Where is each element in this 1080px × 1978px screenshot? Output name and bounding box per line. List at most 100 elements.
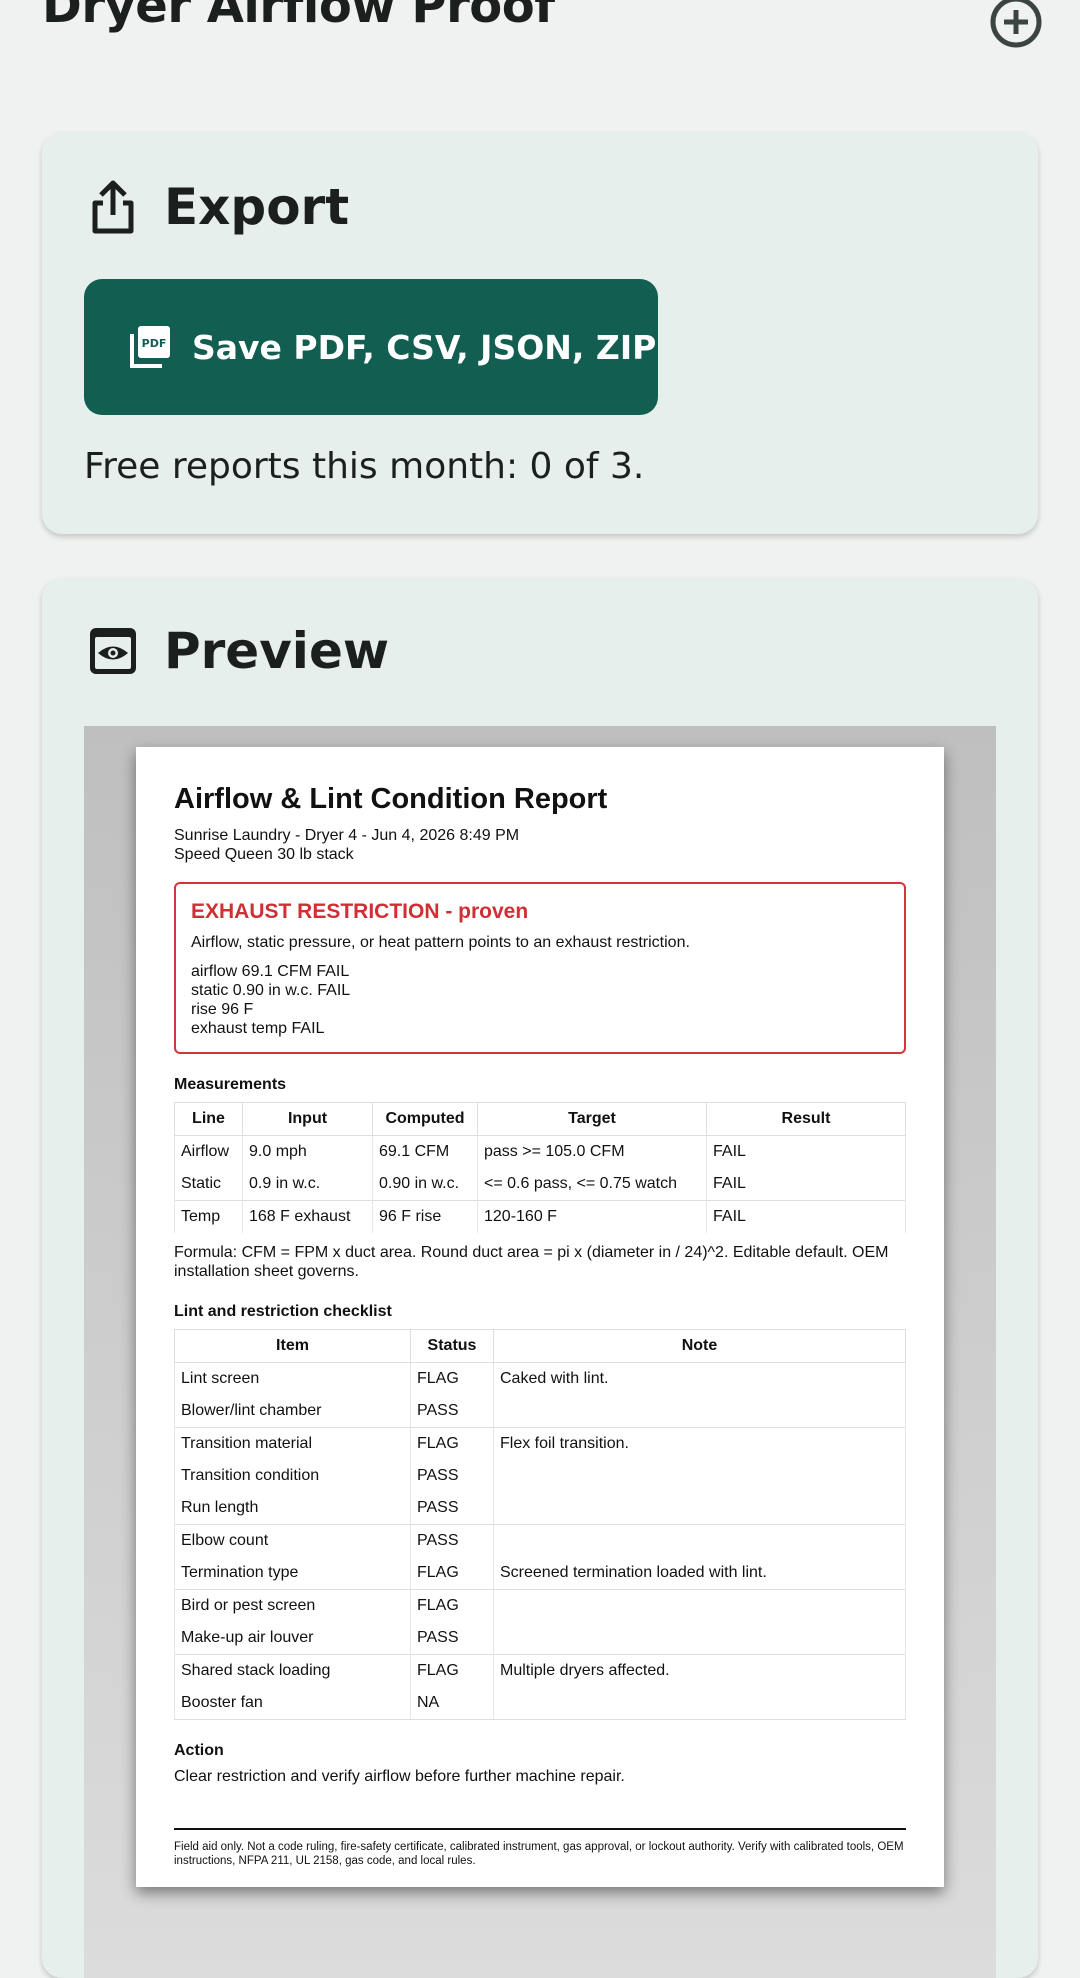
measurements-table: Line Input Computed Target Result Airflo…	[174, 1102, 906, 1233]
column-header: Target	[477, 1102, 707, 1136]
table-cell	[493, 1460, 906, 1492]
table-row: Elbow count PASS	[174, 1524, 906, 1557]
report-subtitle-line: Sunrise Laundry - Dryer 4 - Jun 4, 2026 …	[174, 827, 520, 844]
table-cell: Screened termination loaded with lint.	[493, 1557, 906, 1590]
table-cell: 69.1 CFM	[372, 1135, 478, 1168]
table-row: Temp 168 F exhaust 96 F rise 120-160 F F…	[174, 1200, 906, 1233]
table-cell: Booster fan	[174, 1687, 411, 1720]
table-cell: Bird or pest screen	[174, 1589, 411, 1622]
table-cell: FLAG	[410, 1362, 494, 1395]
export-card-header: Export	[88, 178, 349, 236]
preview-card-title: Preview	[164, 622, 390, 680]
preview-eye-icon	[90, 628, 136, 674]
table-cell: 120-160 F	[477, 1200, 707, 1233]
save-button-label: Save PDF, CSV, JSON, ZIP	[192, 327, 657, 367]
action-text: Clear restriction and verify airflow bef…	[174, 1768, 625, 1785]
table-row: Static 0.9 in w.c. 0.90 in w.c. <= 0.6 p…	[174, 1168, 906, 1201]
table-row: Shared stack loading FLAG Multiple dryer…	[174, 1654, 906, 1687]
table-row: Transition condition PASS	[174, 1460, 906, 1492]
table-cell: <= 0.6 pass, <= 0.75 watch	[477, 1168, 707, 1201]
table-row: Run length PASS	[174, 1492, 906, 1525]
table-cell: FLAG	[410, 1427, 494, 1460]
app-title: Dryer Airflow Proof	[42, 0, 555, 34]
table-cell: Make-up air louver	[174, 1622, 411, 1655]
table-row: Termination type FLAG Screened terminati…	[174, 1557, 906, 1590]
report-preview-viewport[interactable]: Airflow & Lint Condition Report Sunrise …	[84, 726, 996, 1978]
table-cell	[493, 1524, 906, 1557]
table-cell: PASS	[410, 1622, 494, 1655]
table-cell: Transition condition	[174, 1460, 411, 1492]
table-cell	[493, 1687, 906, 1720]
table-row: Airflow 9.0 mph 69.1 CFM pass >= 105.0 C…	[174, 1135, 906, 1168]
column-header: Status	[410, 1329, 494, 1363]
table-cell: Run length	[174, 1492, 411, 1525]
table-cell: FLAG	[410, 1557, 494, 1590]
table-row: Make-up air louver PASS	[174, 1622, 906, 1655]
alert-finding: exhaust temp FAIL	[191, 1020, 325, 1037]
table-header-row: Item Status Note	[174, 1329, 906, 1363]
checklist-table: Item Status Note Lint screen FLAG Caked …	[174, 1329, 906, 1720]
save-pdf-csv-json-zip-button[interactable]: PDF Save PDF, CSV, JSON, ZIP	[84, 279, 658, 415]
table-row: Lint screen FLAG Caked with lint.	[174, 1362, 906, 1395]
action-heading: Action	[174, 1742, 224, 1759]
checklist-heading: Lint and restriction checklist	[174, 1303, 392, 1320]
column-header: Item	[174, 1329, 411, 1363]
column-header: Input	[242, 1102, 373, 1136]
table-cell: FAIL	[706, 1135, 906, 1168]
table-cell: PASS	[410, 1460, 494, 1492]
share-upload-icon	[92, 180, 134, 234]
footer-divider	[174, 1828, 906, 1830]
report-page: Airflow & Lint Condition Report Sunrise …	[136, 747, 944, 1887]
table-cell: Lint screen	[174, 1362, 411, 1395]
column-header: Line	[174, 1102, 243, 1136]
table-cell: PASS	[410, 1395, 494, 1428]
table-cell: Airflow	[174, 1135, 243, 1168]
table-cell: Transition material	[174, 1427, 411, 1460]
preview-card: Preview Airflow & Lint Condition Report …	[42, 578, 1038, 1978]
table-cell: NA	[410, 1687, 494, 1720]
table-cell: Shared stack loading	[174, 1654, 411, 1687]
table-cell: 0.90 in w.c.	[372, 1168, 478, 1201]
table-row: Transition material FLAG Flex foil trans…	[174, 1427, 906, 1460]
alert-finding: static 0.90 in w.c. FAIL	[191, 982, 351, 999]
table-cell: FLAG	[410, 1589, 494, 1622]
table-cell: Multiple dryers affected.	[493, 1654, 906, 1687]
table-cell: 0.9 in w.c.	[242, 1168, 373, 1201]
table-cell: Elbow count	[174, 1524, 411, 1557]
alert-finding: airflow 69.1 CFM FAIL	[191, 963, 350, 980]
table-cell: Termination type	[174, 1557, 411, 1590]
table-cell: Flex foil transition.	[493, 1427, 906, 1460]
alert-finding: rise 96 F	[191, 1001, 254, 1018]
table-cell: PASS	[410, 1524, 494, 1557]
svg-text:PDF: PDF	[142, 337, 167, 350]
export-card-title: Export	[164, 178, 350, 236]
table-row: Blower/lint chamber PASS	[174, 1395, 906, 1428]
report-subtitle-line: Speed Queen 30 lb stack	[174, 846, 354, 863]
restriction-alert-box: EXHAUST RESTRICTION - proven Airflow, st…	[174, 882, 906, 1054]
measurements-heading: Measurements	[174, 1076, 287, 1093]
table-cell: Caked with lint.	[493, 1362, 906, 1395]
preview-card-header: Preview	[88, 622, 389, 680]
table-cell: 96 F rise	[372, 1200, 478, 1233]
table-cell: Temp	[174, 1200, 243, 1233]
table-cell: Blower/lint chamber	[174, 1395, 411, 1428]
export-card: Export PDF Save PDF, CSV, JSON, ZIP Free…	[42, 132, 1038, 534]
add-circle-icon[interactable]	[988, 0, 1044, 50]
alert-description: Airflow, static pressure, or heat patter…	[191, 934, 690, 951]
pdf-file-icon: PDF	[130, 326, 170, 368]
formula-note: Formula: CFM = FPM x duct area. Round du…	[174, 1244, 889, 1280]
table-cell: Static	[174, 1168, 243, 1201]
table-cell: FAIL	[706, 1168, 906, 1201]
table-row: Booster fan NA	[174, 1687, 906, 1720]
free-reports-quota-text: Free reports this month: 0 of 3.	[84, 446, 645, 487]
alert-title: EXHAUST RESTRICTION - proven	[191, 900, 529, 923]
table-row: Bird or pest screen FLAG	[174, 1589, 906, 1622]
report-title: Airflow & Lint Condition Report	[174, 783, 608, 815]
table-cell: PASS	[410, 1492, 494, 1525]
table-cell: 9.0 mph	[242, 1135, 373, 1168]
table-cell: FAIL	[706, 1200, 906, 1233]
table-cell	[493, 1492, 906, 1525]
report-subtitle: Sunrise Laundry - Dryer 4 - Jun 4, 2026 …	[174, 826, 906, 864]
table-header-row: Line Input Computed Target Result	[174, 1102, 906, 1136]
column-header: Note	[493, 1329, 906, 1363]
